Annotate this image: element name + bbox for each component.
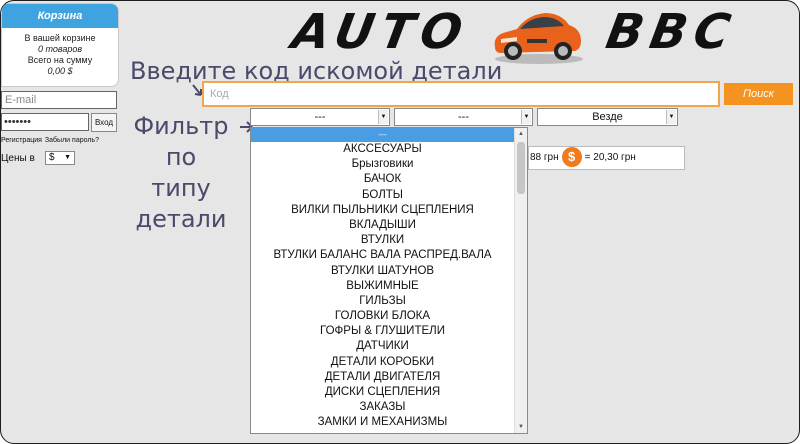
chevron-down-icon: ▼ (521, 110, 531, 124)
dropdown-option[interactable]: АКССЕСУАРЫ (251, 142, 514, 157)
logo-text-auto: AUTO (288, 4, 474, 60)
dropdown-option[interactable]: ВТУЛКИ ШАТУНОВ (251, 264, 514, 279)
dropdown-scrollbar[interactable]: ▲ ▼ (514, 128, 527, 433)
cart-items-count: 0 товаров (37, 44, 83, 54)
rate-left: 88 грн (530, 152, 559, 163)
dropdown-option[interactable]: ВИЛКИ ПЫЛЬНИКИ СЦЕПЛЕНИЯ (251, 203, 514, 218)
search-scope-select[interactable]: Везде ▼ (537, 108, 678, 126)
register-link[interactable]: Регистрация (1, 137, 42, 144)
scroll-down-icon[interactable]: ▼ (515, 421, 527, 433)
cart-widget: Корзина В вашей корзине 0 товаров Всего … (1, 3, 119, 87)
dropdown-option[interactable]: ЗАМКИ И МЕХАНИЗМЫ (251, 415, 514, 430)
auth-links: Регистрация Забыли пароль? (1, 137, 102, 144)
password-field[interactable]: ••••••• (1, 113, 89, 131)
exchange-rate-box: 88 грн $ = 20,30 грн (528, 146, 685, 170)
annotation-filter-hint: Фильтр по типу детали (111, 111, 251, 235)
dropdown-option[interactable]: Брызговики (251, 157, 514, 172)
part-type-select[interactable]: --- ▼ (250, 108, 390, 126)
annotation-filter-line: Фильтр (133, 112, 229, 140)
dropdown-option[interactable]: ДИСКИ СЦЕПЛЕНИЯ (251, 385, 514, 400)
search-button[interactable]: Поиск (724, 83, 793, 105)
dropdown-option[interactable]: ГОФРЫ & ГЛУШИТЕЛИ (251, 324, 514, 339)
dropdown-option[interactable]: ДЕТАЛИ КОРОБКИ (251, 355, 514, 370)
chevron-down-icon: ▼ (378, 110, 388, 124)
forgot-password-link[interactable]: Забыли пароль? (45, 137, 99, 144)
dropdown-option[interactable]: ВТУЛКИ (251, 233, 514, 248)
page-frame: Корзина В вашей корзине 0 товаров Всего … (0, 0, 800, 444)
dropdown-option[interactable]: ДЕТАЛИ ДВИГАТЕЛЯ (251, 370, 514, 385)
dropdown-option[interactable]: ВЫЖИМНЫЕ (251, 279, 514, 294)
part-type-value: --- (314, 111, 326, 123)
annotation-filter-line: по (165, 143, 197, 171)
scrollbar-thumb[interactable] (517, 142, 525, 194)
dropdown-option[interactable]: ЗАКАЗЫ (251, 400, 514, 415)
currency-select[interactable]: $ ▼ (45, 151, 75, 165)
dropdown-options: АКССЕСУАРЫ Брызговики БАЧОК БОЛТЫ ВИЛКИ … (251, 142, 514, 431)
currency-value: $ (49, 152, 55, 163)
rate-right: = 20,30 грн (584, 152, 636, 163)
search-scope-value: Везде (592, 111, 623, 123)
part-type-dropdown-list[interactable]: --- АКССЕСУАРЫ Брызговики БАЧОК БОЛТЫ ВИ… (250, 127, 528, 434)
scroll-up-icon[interactable]: ▲ (515, 128, 527, 140)
dropdown-option-selected[interactable]: --- (251, 128, 514, 142)
cart-total: 0,00 $ (47, 66, 73, 76)
dropdown-option[interactable]: ВТУЛКИ БАЛАНС ВАЛА РАСПРЕД.ВАЛА (251, 248, 514, 263)
annotation-filter-line: типу (151, 174, 211, 202)
dropdown-option[interactable]: ВКЛАДЫШИ (251, 218, 514, 233)
dropdown-option[interactable]: БОЛТЫ (251, 188, 514, 203)
search-input[interactable]: Код (202, 81, 720, 107)
dropdown-option[interactable]: ГИЛЬЗЫ (251, 294, 514, 309)
dollar-coin-icon: $ (561, 147, 582, 168)
cart-line-intro: В вашей корзине (24, 33, 96, 43)
chevron-down-icon: ▼ (64, 154, 71, 161)
annotation-filter-line: детали (135, 205, 227, 233)
prices-label: Цены в (1, 153, 35, 164)
cart-title[interactable]: Корзина (2, 4, 118, 28)
cart-total-label: Всего на сумму (27, 55, 93, 65)
secondary-filter-value: --- (458, 111, 469, 123)
dropdown-option[interactable]: ДАТЧИКИ (251, 339, 514, 354)
email-field[interactable]: E-mail (1, 91, 117, 109)
secondary-filter-select[interactable]: --- ▼ (394, 108, 533, 126)
logo-text-bbc: BBC (602, 4, 742, 60)
chevron-down-icon: ▼ (666, 110, 676, 124)
dropdown-option[interactable]: БАЧОК (251, 172, 514, 187)
dropdown-option[interactable]: ГОЛОВКИ БЛОКА (251, 309, 514, 324)
